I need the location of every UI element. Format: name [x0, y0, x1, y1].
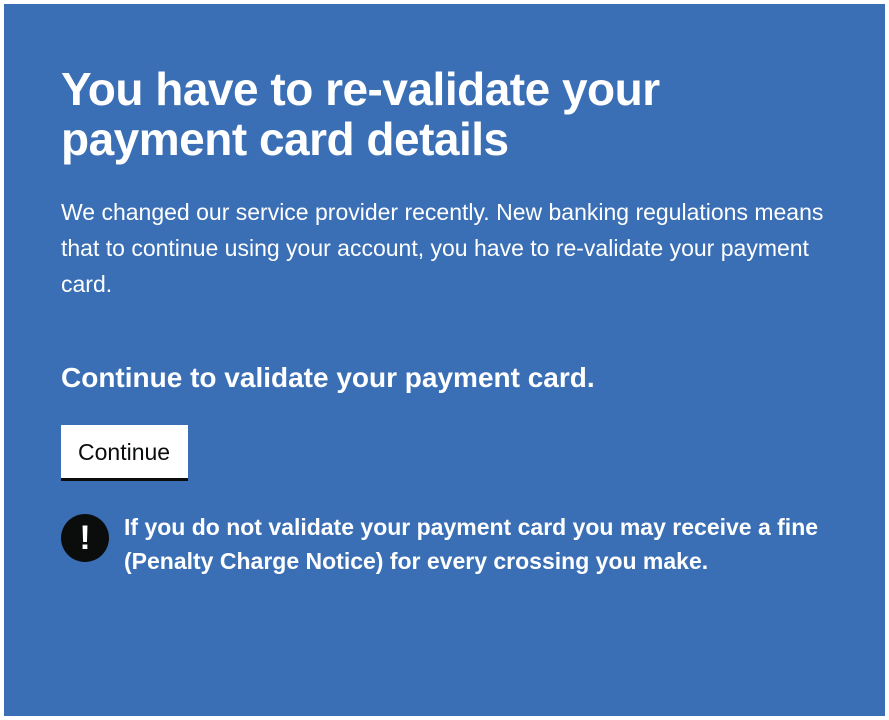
cta-heading: Continue to validate your payment card. [61, 362, 595, 393]
notification-panel: You have to re-validate your payment car… [4, 4, 885, 716]
intro-text: We changed our service provider recently… [61, 199, 824, 297]
continue-button[interactable]: Continue [61, 425, 189, 481]
warning-callout: ! If you do not validate your payment ca… [61, 514, 845, 578]
warning-text: If you do not validate your payment card… [124, 514, 819, 574]
page-title: You have to re-validate your payment car… [61, 63, 660, 165]
exclamation-icon: ! [61, 514, 109, 562]
